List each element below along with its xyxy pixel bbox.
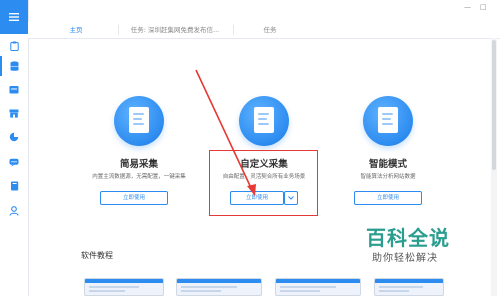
scrollbar-thumb[interactable] bbox=[492, 40, 496, 170]
tutorial-thumbnail[interactable] bbox=[275, 278, 361, 296]
tutorial-title: 软件教程 bbox=[81, 251, 113, 260]
tutorial-thumbnail[interactable] bbox=[84, 278, 164, 296]
app-window: — □ 主页 任务: 深圳赶集网免费发布信... 任务 简易采集 内置主流数据源… bbox=[0, 0, 500, 296]
watermark-subtitle: 助你轻松解决 bbox=[372, 253, 438, 264]
tutorial-thumbnail[interactable] bbox=[176, 278, 262, 296]
watermark-title: 百科全说 bbox=[366, 226, 450, 250]
tutorial-thumbnail[interactable] bbox=[374, 278, 444, 296]
